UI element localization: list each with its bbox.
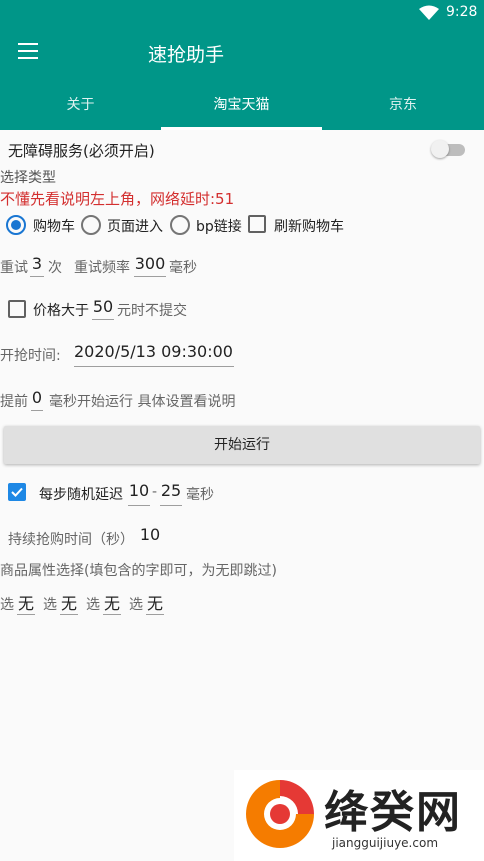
radio-bp-link[interactable] — [170, 215, 190, 235]
radio-cart-label: 购物车 — [33, 219, 75, 235]
advance-prefix: 提前 — [0, 394, 28, 410]
attribute-input-3[interactable]: 无 — [103, 590, 121, 615]
app-toolbar: 速抢助手 — [0, 26, 484, 82]
watermark-url: jiangguijiuye.com — [332, 836, 439, 850]
random-delay-unit: 毫秒 — [186, 487, 214, 503]
advance-input[interactable]: 0 — [31, 388, 43, 411]
duration-label: 持续抢购时间（秒） — [8, 532, 134, 548]
start-time-label: 开抢时间: — [0, 348, 61, 364]
retry-frequency-label: 重试频率 — [74, 260, 130, 276]
tab-bar: 关于 淘宝天猫 京东 — [0, 82, 484, 130]
price-limit-label: 价格大于 — [33, 303, 89, 319]
radio-page-entry-label: 页面进入 — [107, 219, 163, 235]
random-delay-separator: - — [152, 484, 158, 500]
random-delay-checkbox[interactable] — [8, 483, 26, 501]
watermark: 绛癸网 jiangguijiuye.com — [234, 770, 484, 861]
menu-icon[interactable] — [18, 43, 38, 59]
random-delay-min-input[interactable]: 10 — [128, 481, 150, 506]
tab-taobao-tmall[interactable]: 淘宝天猫 — [161, 82, 322, 130]
clock: 9:28 — [446, 4, 478, 20]
retry-count-input[interactable]: 3 — [30, 254, 44, 277]
retry-frequency-unit: 毫秒 — [169, 260, 197, 276]
refresh-cart-label: 刷新购物车 — [274, 219, 344, 235]
tab-indicator — [161, 127, 322, 130]
attribute-input-2[interactable]: 无 — [60, 590, 78, 615]
warning-text: 不懂先看说明左上角，网络延时:51 — [0, 190, 235, 208]
start-time-input[interactable]: 2020/5/13 09:30:00 — [74, 342, 234, 367]
tab-about[interactable]: 关于 — [0, 82, 161, 130]
retry-frequency-input[interactable]: 300 — [134, 254, 166, 277]
checkmark-icon — [11, 487, 23, 497]
retry-count-unit: 次 — [48, 260, 62, 276]
radio-bp-link-label: bp链接 — [196, 219, 242, 235]
tab-jd[interactable]: 京东 — [322, 82, 484, 130]
app-title: 速抢助手 — [148, 44, 225, 66]
wifi-icon — [419, 5, 439, 20]
accessibility-label: 无障碍服务(必须开启) — [8, 142, 155, 160]
price-limit-checkbox[interactable] — [8, 300, 26, 318]
random-delay-label: 每步随机延迟 — [39, 487, 123, 503]
attribute-prefix: 选 — [43, 597, 57, 613]
attribute-prefix: 选 — [0, 597, 14, 613]
price-limit-input[interactable]: 50 — [92, 297, 114, 320]
attribute-prefix: 选 — [129, 597, 143, 613]
duration-input[interactable]: 10 — [137, 525, 163, 549]
radio-page-entry[interactable] — [81, 215, 101, 235]
attribute-input-1[interactable]: 无 — [17, 590, 35, 615]
watermark-logo-icon — [246, 780, 314, 848]
advance-suffix: 毫秒开始运行 具体设置看说明 — [49, 394, 236, 410]
watermark-brand: 绛癸网 — [324, 787, 462, 838]
refresh-cart-checkbox[interactable] — [248, 215, 266, 233]
attribute-input-4[interactable]: 无 — [146, 590, 164, 615]
retry-label: 重试 — [0, 260, 28, 276]
status-bar: 9:28 — [0, 0, 484, 26]
attributes-label: 商品属性选择(填包含的字即可，为无即跳过) — [0, 563, 277, 579]
attribute-prefix: 选 — [86, 597, 100, 613]
random-delay-max-input[interactable]: 25 — [160, 481, 182, 506]
price-limit-suffix: 元时不提交 — [117, 303, 187, 319]
select-type-label: 选择类型 — [0, 170, 56, 186]
radio-cart[interactable] — [6, 215, 26, 235]
accessibility-toggle[interactable] — [431, 140, 467, 158]
start-run-button[interactable]: 开始运行 — [4, 426, 480, 464]
